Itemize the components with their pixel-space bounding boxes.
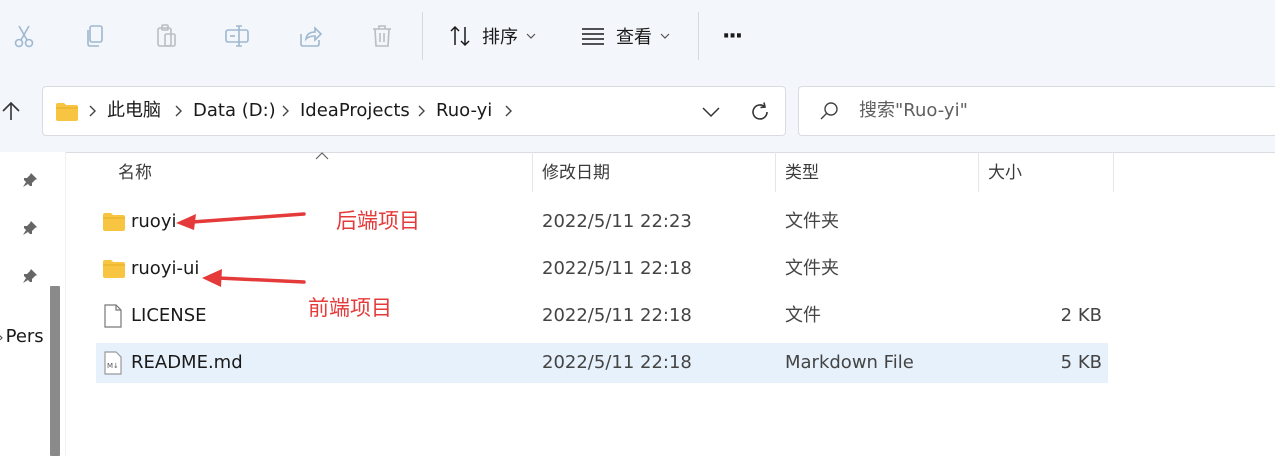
refresh-icon bbox=[752, 102, 768, 120]
chevron-down-icon bbox=[660, 33, 670, 39]
copy-icon[interactable] bbox=[77, 18, 113, 54]
pane-divider bbox=[65, 152, 66, 456]
breadcrumb-chevron-icon bbox=[505, 105, 512, 117]
sidebar-item-personal[interactable]: ›Pers bbox=[0, 326, 44, 347]
column-divider[interactable] bbox=[775, 152, 776, 192]
sort-label: 排序 bbox=[482, 27, 518, 48]
markdown-file-icon: M↓ bbox=[104, 351, 122, 375]
paste-icon[interactable] bbox=[148, 18, 184, 54]
sort-icon bbox=[450, 25, 470, 47]
file-modified: 2022/5/11 22:18 bbox=[542, 352, 692, 373]
navigation-pane: ›Pers bbox=[0, 152, 66, 456]
column-header-size[interactable]: 大小 bbox=[988, 152, 1022, 192]
command-bar: 排序 查看 ··· bbox=[0, 0, 1275, 75]
file-size: 5 KB bbox=[1060, 352, 1102, 373]
file-modified: 2022/5/11 22:23 bbox=[542, 211, 692, 232]
toolbar-separator bbox=[698, 12, 699, 60]
search-box[interactable]: 搜索"Ruo-yi" bbox=[798, 86, 1275, 136]
breadcrumb-ideaprojects[interactable]: IdeaProjects bbox=[300, 87, 410, 135]
breadcrumb-chevron-icon bbox=[418, 105, 425, 117]
file-type: 文件 bbox=[785, 305, 821, 326]
chevron-down-icon bbox=[526, 33, 536, 39]
file-row-readme[interactable]: M↓ README.md 2022/5/11 22:18 Markdown Fi… bbox=[96, 343, 1108, 383]
column-divider[interactable] bbox=[532, 152, 533, 192]
file-name: ruoyi-ui bbox=[131, 258, 200, 279]
up-arrow-icon bbox=[2, 101, 20, 120]
breadcrumb-this-pc[interactable]: 此电脑 bbox=[107, 87, 161, 135]
file-row-license[interactable]: LICENSE 2022/5/11 22:18 文件 2 KB bbox=[96, 296, 1108, 336]
breadcrumb-drive-d[interactable]: Data (D:) bbox=[193, 87, 276, 135]
folder-icon bbox=[56, 103, 78, 121]
column-header-modified[interactable]: 修改日期 bbox=[542, 152, 610, 192]
file-type: Markdown File bbox=[785, 352, 914, 373]
breadcrumb-chevron-icon bbox=[282, 105, 289, 117]
view-label: 查看 bbox=[616, 27, 652, 48]
up-arrow-button[interactable] bbox=[0, 98, 26, 124]
rename-icon[interactable] bbox=[219, 18, 255, 54]
more-options-button[interactable]: ··· bbox=[722, 18, 743, 54]
share-icon[interactable] bbox=[292, 18, 328, 54]
file-type: 文件夹 bbox=[785, 258, 839, 279]
column-divider[interactable] bbox=[1113, 152, 1114, 192]
expand-chevron-icon: › bbox=[0, 330, 4, 346]
toolbar-separator bbox=[422, 12, 423, 60]
folder-icon bbox=[103, 213, 125, 231]
sidebar-scrollbar[interactable] bbox=[50, 286, 60, 456]
breadcrumb-ruo-yi[interactable]: Ruo-yi bbox=[436, 87, 492, 135]
breadcrumb-chevron-icon bbox=[175, 105, 182, 117]
address-bar[interactable]: 此电脑 Data (D:) IdeaProjects Ruo-yi bbox=[42, 86, 786, 136]
file-name: README.md bbox=[131, 352, 243, 373]
chevron-down-icon bbox=[702, 107, 720, 118]
breadcrumb-chevron-icon bbox=[89, 105, 96, 117]
column-divider[interactable] bbox=[978, 152, 979, 192]
pin-icon[interactable] bbox=[20, 266, 40, 286]
view-list-icon bbox=[582, 28, 604, 45]
refresh-button[interactable] bbox=[747, 99, 773, 125]
file-size: 2 KB bbox=[1060, 305, 1102, 326]
search-placeholder: 搜索"Ruo-yi" bbox=[859, 100, 968, 121]
sort-ascending-icon bbox=[315, 152, 329, 160]
file-icon bbox=[104, 304, 122, 328]
search-icon bbox=[820, 102, 838, 120]
delete-icon[interactable] bbox=[364, 18, 400, 54]
file-name: ruoyi bbox=[131, 211, 177, 232]
address-history-dropdown[interactable] bbox=[698, 99, 724, 125]
file-modified: 2022/5/11 22:18 bbox=[542, 305, 692, 326]
column-header-type[interactable]: 类型 bbox=[785, 152, 819, 192]
file-modified: 2022/5/11 22:18 bbox=[542, 258, 692, 279]
folder-icon bbox=[103, 260, 125, 278]
navigation-bar: 此电脑 Data (D:) IdeaProjects Ruo-yi 搜索"Ruo… bbox=[0, 74, 1275, 153]
sort-button[interactable]: 排序 bbox=[448, 18, 536, 54]
annotation-backend: 后端项目 bbox=[336, 209, 420, 233]
annotation-arrow bbox=[202, 269, 306, 287]
file-type: 文件夹 bbox=[785, 211, 839, 232]
annotation-frontend: 前端项目 bbox=[308, 296, 392, 320]
column-header-name[interactable]: 名称 bbox=[118, 152, 152, 192]
pin-icon[interactable] bbox=[20, 170, 40, 190]
file-name: LICENSE bbox=[131, 305, 207, 326]
pin-icon[interactable] bbox=[20, 218, 40, 238]
view-button[interactable]: 查看 bbox=[580, 18, 670, 54]
cut-icon[interactable] bbox=[6, 18, 42, 54]
annotation-arrow bbox=[176, 212, 306, 230]
svg-text:M↓: M↓ bbox=[107, 362, 119, 370]
